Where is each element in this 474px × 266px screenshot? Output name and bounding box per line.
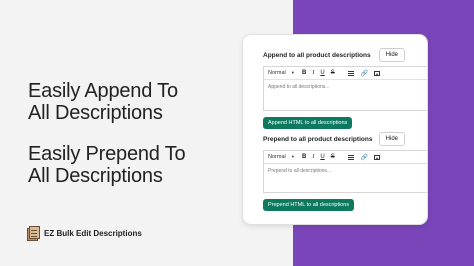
brand: EZ Bulk Edit Descriptions (27, 226, 142, 241)
prepend-section: Prepend to all product descriptions Hide… (263, 131, 427, 211)
headline-append: Easily Append To All Descriptions (28, 80, 178, 124)
bold-icon[interactable]: B (299, 154, 309, 160)
headline-prepend-line-2: All Descriptions (28, 165, 163, 187)
prepend-section-title: Prepend to all product descriptions (263, 135, 373, 143)
link-icon[interactable]: 🔗 (361, 70, 368, 77)
append-html-button[interactable]: Append HTML to all descriptions (263, 117, 353, 129)
headline-prepend-line-1: Easily Prepend To (28, 143, 186, 165)
headline-append-line-2: All Descriptions (28, 102, 163, 124)
italic-icon[interactable]: I (309, 154, 317, 160)
prepend-format-label: Normal (268, 154, 286, 160)
append-textarea[interactable]: Append to all descriptions... (264, 80, 427, 110)
prepend-toolbar: Normal ▾ B I U S 🔗 (264, 151, 427, 164)
prepend-html-button[interactable]: Prepend HTML to all descriptions (263, 199, 355, 211)
image-icon[interactable] (374, 70, 381, 76)
strikethrough-icon[interactable]: S (328, 70, 338, 76)
link-icon[interactable]: 🔗 (361, 154, 368, 161)
bold-icon[interactable]: B (299, 70, 309, 76)
prepend-format-select[interactable]: Normal ▾ (268, 154, 299, 160)
headline-append-line-1: Easily Append To (28, 80, 178, 102)
italic-icon[interactable]: I (309, 70, 317, 76)
align-icon[interactable] (347, 70, 354, 76)
append-format-label: Normal (268, 70, 286, 76)
underline-icon[interactable]: U (317, 154, 327, 160)
append-section: Append to all product descriptions Hide … (263, 47, 427, 129)
prepend-hide-button[interactable]: Hide (378, 132, 405, 146)
append-hide-button[interactable]: Hide (378, 48, 405, 62)
append-format-select[interactable]: Normal ▾ (268, 70, 299, 76)
editor-card: Append to all product descriptions Hide … (243, 35, 427, 224)
append-section-title: Append to all product descriptions (263, 51, 371, 59)
prepend-editor: Normal ▾ B I U S 🔗 Prepend to all descri… (263, 150, 427, 193)
brand-logo-icon (27, 226, 40, 241)
strikethrough-icon[interactable]: S (328, 154, 338, 160)
prepend-textarea[interactable]: Prepend to all descriptions... (264, 164, 427, 192)
headline-prepend: Easily Prepend To All Descriptions (28, 143, 186, 187)
align-icon[interactable] (347, 154, 354, 160)
brand-name: EZ Bulk Edit Descriptions (44, 229, 142, 238)
underline-icon[interactable]: U (317, 70, 327, 76)
append-editor: Normal ▾ B I U S 🔗 Append to all descrip… (263, 66, 427, 111)
chevron-down-icon: ▾ (291, 70, 294, 75)
append-toolbar: Normal ▾ B I U S 🔗 (264, 67, 427, 80)
image-icon[interactable] (374, 154, 381, 160)
chevron-down-icon: ▾ (291, 154, 294, 159)
